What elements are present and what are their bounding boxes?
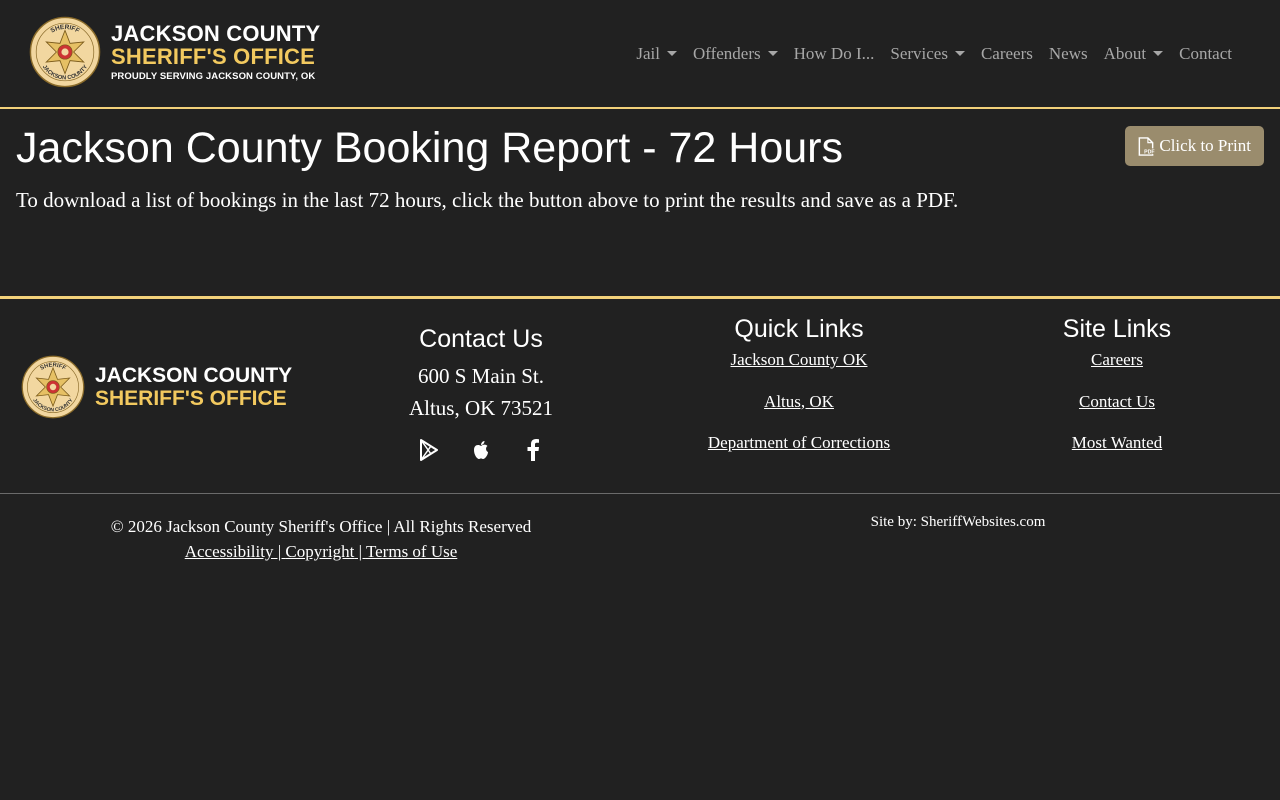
google-play-icon[interactable] (417, 438, 441, 462)
site-link-contact-us[interactable]: Contact Us (1079, 392, 1155, 411)
site-link-most-wanted[interactable]: Most Wanted (1072, 433, 1162, 452)
social-links (321, 438, 641, 462)
apple-icon[interactable] (469, 438, 493, 462)
nav-item-contact[interactable]: Contact (1171, 44, 1240, 64)
terms-link[interactable]: Terms of Use (366, 542, 457, 561)
chevron-down-icon (767, 50, 778, 56)
nav-item-jail[interactable]: Jail (628, 44, 685, 64)
nav-item-about[interactable]: About (1096, 44, 1172, 64)
footer-site-links: Site Links Careers Contact Us Most Wante… (957, 315, 1277, 475)
chevron-down-icon (1153, 50, 1164, 56)
nav-item-news[interactable]: News (1041, 44, 1096, 64)
print-button-label: Click to Print (1159, 136, 1251, 155)
quick-link-jackson-county[interactable]: Jackson County OK (731, 350, 868, 369)
footer-logo[interactable]: SHERIFF JACKSON COUNTY JACKSON COUNTY SH… (21, 355, 292, 419)
chevron-down-icon (666, 50, 677, 56)
site-footer: SHERIFF JACKSON COUNTY JACKSON COUNTY SH… (0, 296, 1280, 800)
nav-item-offenders[interactable]: Offenders (685, 44, 786, 64)
address-line1: 600 S Main St. (417, 364, 545, 388)
quick-link-altus[interactable]: Altus, OK (764, 392, 834, 411)
facebook-icon[interactable] (521, 438, 545, 462)
nav-item-careers[interactable]: Careers (973, 44, 1041, 64)
separator: | (354, 542, 366, 561)
quick-links-heading: Quick Links (734, 315, 864, 343)
nav-item-services[interactable]: Services (882, 44, 973, 64)
quick-link-doc[interactable]: Department of Corrections (708, 433, 890, 452)
footer-bottom: © 2026 Jackson County Sheriff's Office |… (0, 493, 1280, 561)
sheriff-seal-icon: SHERIFF JACKSON COUNTY (29, 16, 101, 88)
contact-heading: Contact Us (419, 325, 543, 353)
nav-item-how-do-i[interactable]: How Do I... (786, 44, 883, 64)
footer-quick-links: Quick Links Jackson County OK Altus, OK … (639, 315, 959, 475)
pdf-file-icon: PDF (1139, 136, 1155, 156)
accessibility-link[interactable]: Accessibility (185, 542, 274, 561)
site-by-credit[interactable]: Site by: SheriffWebsites.com (637, 514, 1279, 531)
copyright-text: © 2026 Jackson County Sheriff's Office |… (110, 517, 532, 536)
legal-links: Accessibility | Copyright | Terms of Use (0, 539, 642, 564)
svg-text:PDF: PDF (1144, 149, 1154, 155)
site-header: SHERIFF JACKSON COUNTY JACKSON COUNTY SH… (0, 0, 1280, 109)
separator: | (273, 542, 286, 561)
print-button[interactable]: PDF Click to Print (1125, 126, 1264, 166)
brand-name-line2: SHERIFF'S OFFICE (111, 43, 315, 69)
footer-brand-line1: JACKSON COUNTY (95, 364, 293, 387)
brand-name-line1: JACKSON COUNTY (111, 20, 321, 46)
intro-text: To download a list of bookings in the la… (16, 188, 959, 212)
chevron-down-icon (954, 50, 965, 56)
brand-tagline: PROUDLY SERVING JACKSON COUNTY, OK (111, 70, 316, 82)
address-line2: Altus, OK 73521 (408, 396, 554, 420)
main-nav: Jail Offenders How Do I... Services Care… (628, 44, 1240, 64)
page-title: Jackson County Booking Report - 72 Hours (16, 124, 843, 172)
copyright-link[interactable]: Copyright (285, 542, 354, 561)
brand-logo-link[interactable]: SHERIFF JACKSON COUNTY JACKSON COUNTY SH… (29, 16, 320, 88)
footer-contact: Contact Us 600 S Main St. Altus, OK 7352… (321, 325, 641, 462)
footer-brand-line2: SHERIFF'S OFFICE (95, 387, 287, 410)
site-link-careers[interactable]: Careers (1091, 350, 1143, 369)
site-links-heading: Site Links (1062, 315, 1172, 343)
sheriff-seal-icon: SHERIFF JACKSON COUNTY (21, 355, 85, 419)
